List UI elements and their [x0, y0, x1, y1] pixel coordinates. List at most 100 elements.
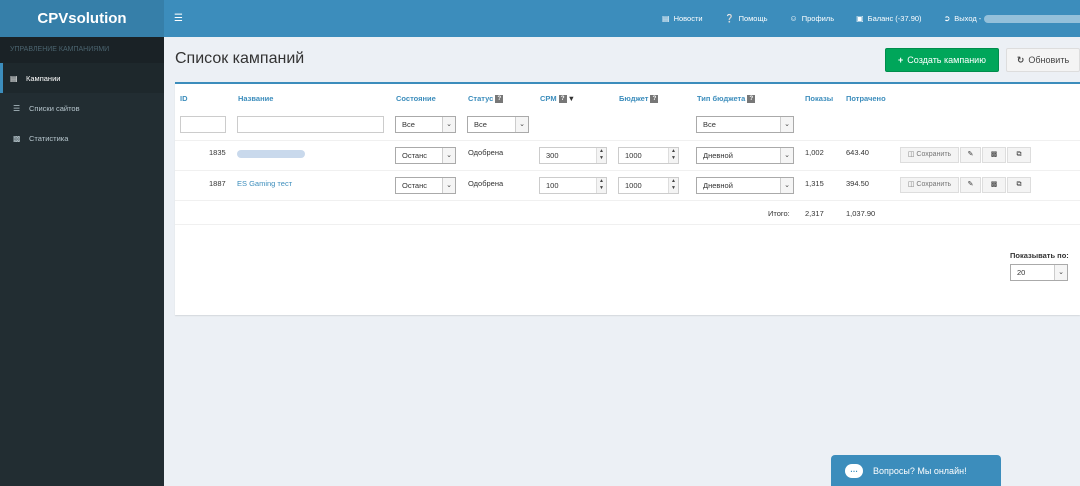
col-header-cpm-label: CPM	[540, 94, 557, 103]
help-icon[interactable]: ?	[495, 95, 504, 104]
row1-copy-icon[interactable]: ⧉	[1007, 147, 1031, 163]
sidebar-item-label: Списки сайтов	[29, 103, 80, 113]
row2-cpm-input[interactable]: 100 ▲ ▼	[539, 177, 607, 194]
create-campaign-label: Создать кампанию	[907, 55, 986, 65]
row2-state-select[interactable]: Останс ⌄	[395, 177, 456, 194]
row1-stats-icon[interactable]: ▩	[982, 147, 1006, 163]
col-header-name[interactable]: Название	[238, 94, 273, 103]
nav-balance[interactable]: ▣ Баланс (-37.90)	[856, 14, 921, 23]
filter-name-input[interactable]	[237, 116, 384, 133]
hamburger-icon[interactable]: ☰	[174, 0, 183, 37]
chevron-down-icon: ⌄	[780, 148, 793, 163]
row1-edit-icon[interactable]: ✎	[960, 147, 981, 163]
col-header-cpm[interactable]: CPM? ▼	[540, 94, 575, 104]
question-circle-icon: ❔	[724, 14, 735, 23]
col-header-state[interactable]: Состояние	[396, 94, 436, 103]
save-label: Сохранить	[916, 151, 952, 158]
sign-out-icon: ➲	[943, 14, 951, 23]
chat-widget[interactable]: … Вопросы? Мы онлайн!	[831, 455, 1001, 486]
row1-budget-input[interactable]: 1000 ▲ ▼	[618, 147, 679, 164]
row2-budget-type-select[interactable]: Дневной ⌄	[696, 177, 794, 194]
page-title: Список кампаний	[175, 50, 305, 67]
top-nav-menu: ▤ Новости ❔ Помощь ☺ Профиль ▣ Баланс (-…	[662, 0, 1080, 37]
refresh-icon: ↻	[1016, 54, 1025, 65]
chevron-down-icon: ⌄	[442, 178, 455, 193]
help-icon[interactable]: ?	[650, 95, 659, 104]
col-header-status[interactable]: Статус?	[468, 94, 504, 104]
sidebar-item-campaigns[interactable]: ▤ Кампании	[0, 63, 164, 93]
bar-chart-icon: ▩	[13, 133, 21, 143]
nav-logout[interactable]: ➲ Выход -	[944, 14, 1080, 23]
chevron-down-icon: ⌄	[515, 117, 528, 132]
col-header-budget-label: Бюджет	[619, 94, 649, 103]
col-header-spent[interactable]: Потрачено	[846, 94, 886, 103]
filter-state-value: Все	[402, 120, 415, 129]
help-icon[interactable]: ?	[747, 95, 756, 104]
list-ul-icon: ☰	[13, 103, 21, 113]
chevron-down-icon: ⌄	[780, 117, 793, 132]
row1-id: 1835	[209, 148, 226, 157]
nav-help[interactable]: ❔ Помощь	[725, 14, 768, 23]
help-icon[interactable]: ?	[558, 95, 567, 104]
page-size-label: Показывать по:	[1010, 251, 1069, 260]
sidebar-item-site-lists[interactable]: ☰ Списки сайтов	[0, 93, 164, 123]
nav-news[interactable]: ▤ Новости	[662, 14, 703, 23]
save-icon: ◫	[907, 181, 915, 188]
col-header-id[interactable]: ID	[180, 94, 188, 103]
money-icon: ▣	[856, 14, 864, 23]
row1-cpm-input[interactable]: 300 ▲ ▼	[539, 147, 607, 164]
page-size-select[interactable]: 20 ⌄	[1010, 264, 1068, 281]
plus-icon: +	[898, 55, 904, 65]
spinner-icon[interactable]: ▲ ▼	[668, 178, 678, 193]
row1-impressions: 1,002	[805, 148, 824, 157]
nav-profile[interactable]: ☺ Профиль	[790, 14, 835, 23]
total-spent: 1,037.90	[846, 209, 876, 218]
col-header-budget[interactable]: Бюджет?	[619, 94, 659, 104]
spinner-icon[interactable]: ▲ ▼	[668, 148, 678, 163]
filter-id-input[interactable]	[180, 116, 226, 133]
row2-state-value: Останс	[402, 181, 427, 190]
spinner-icon[interactable]: ▲ ▼	[596, 178, 606, 193]
row-divider	[175, 200, 1080, 201]
row1-cpm-value: 300	[546, 151, 559, 160]
row1-state-value: Останс	[402, 151, 427, 160]
sidebar-item-label: Статистика	[29, 133, 69, 143]
row1-state-select[interactable]: Останс ⌄	[395, 147, 456, 164]
col-header-budget-type-label: Тип бюджета	[697, 94, 746, 103]
sidebar-item-label: Кампании	[26, 73, 61, 83]
row1-name-link[interactable]	[237, 150, 305, 158]
row2-impressions: 1,315	[805, 179, 824, 188]
row2-budget-input[interactable]: 1000 ▲ ▼	[618, 177, 679, 194]
col-header-budget-type[interactable]: Тип бюджета?	[697, 94, 756, 104]
row2-status: Одобрена	[468, 179, 504, 188]
spinner-icon[interactable]: ▲ ▼	[596, 148, 606, 163]
create-campaign-button[interactable]: + Создать кампанию	[885, 48, 999, 72]
refresh-button[interactable]: ↻ Обновить	[1006, 48, 1080, 72]
filter-budget-type-value: Все	[703, 120, 716, 129]
app-logo[interactable]: CPVsolution	[0, 0, 164, 37]
filter-status-select[interactable]: Все ⌄	[467, 116, 529, 133]
row1-budget-value: 1000	[625, 151, 642, 160]
sidebar: УПРАВЛЕНИЕ КАМПАНИЯМИ ▤ Кампании ☰ Списк…	[0, 37, 164, 486]
row1-spent: 643.40	[846, 148, 869, 157]
row2-copy-icon[interactable]: ⧉	[1007, 177, 1031, 193]
save-icon: ◫	[907, 151, 915, 158]
row2-name-link[interactable]: ES Gaming тест	[237, 179, 292, 188]
row1-save-button[interactable]: ◫ Сохранить	[900, 147, 959, 163]
sidebar-item-statistics[interactable]: ▩ Статистика	[0, 123, 164, 153]
nav-help-label: Помощь	[738, 14, 768, 23]
filter-budget-type-select[interactable]: Все ⌄	[696, 116, 794, 133]
refresh-label: Обновить	[1028, 55, 1070, 65]
row2-save-button[interactable]: ◫ Сохранить	[900, 177, 959, 193]
row2-stats-icon[interactable]: ▩	[982, 177, 1006, 193]
row2-budget-type-value: Дневной	[703, 181, 733, 190]
row1-status: Одобрена	[468, 148, 504, 157]
sidebar-header: УПРАВЛЕНИЕ КАМПАНИЯМИ	[0, 37, 164, 63]
col-header-impressions[interactable]: Показы	[805, 94, 833, 103]
row2-edit-icon[interactable]: ✎	[960, 177, 981, 193]
nav-news-label: Новости	[673, 14, 703, 23]
row1-budget-type-select[interactable]: Дневной ⌄	[696, 147, 794, 164]
chevron-down-icon: ⌄	[442, 148, 455, 163]
total-label: Итого:	[768, 209, 790, 218]
filter-state-select[interactable]: Все ⌄	[395, 116, 456, 133]
